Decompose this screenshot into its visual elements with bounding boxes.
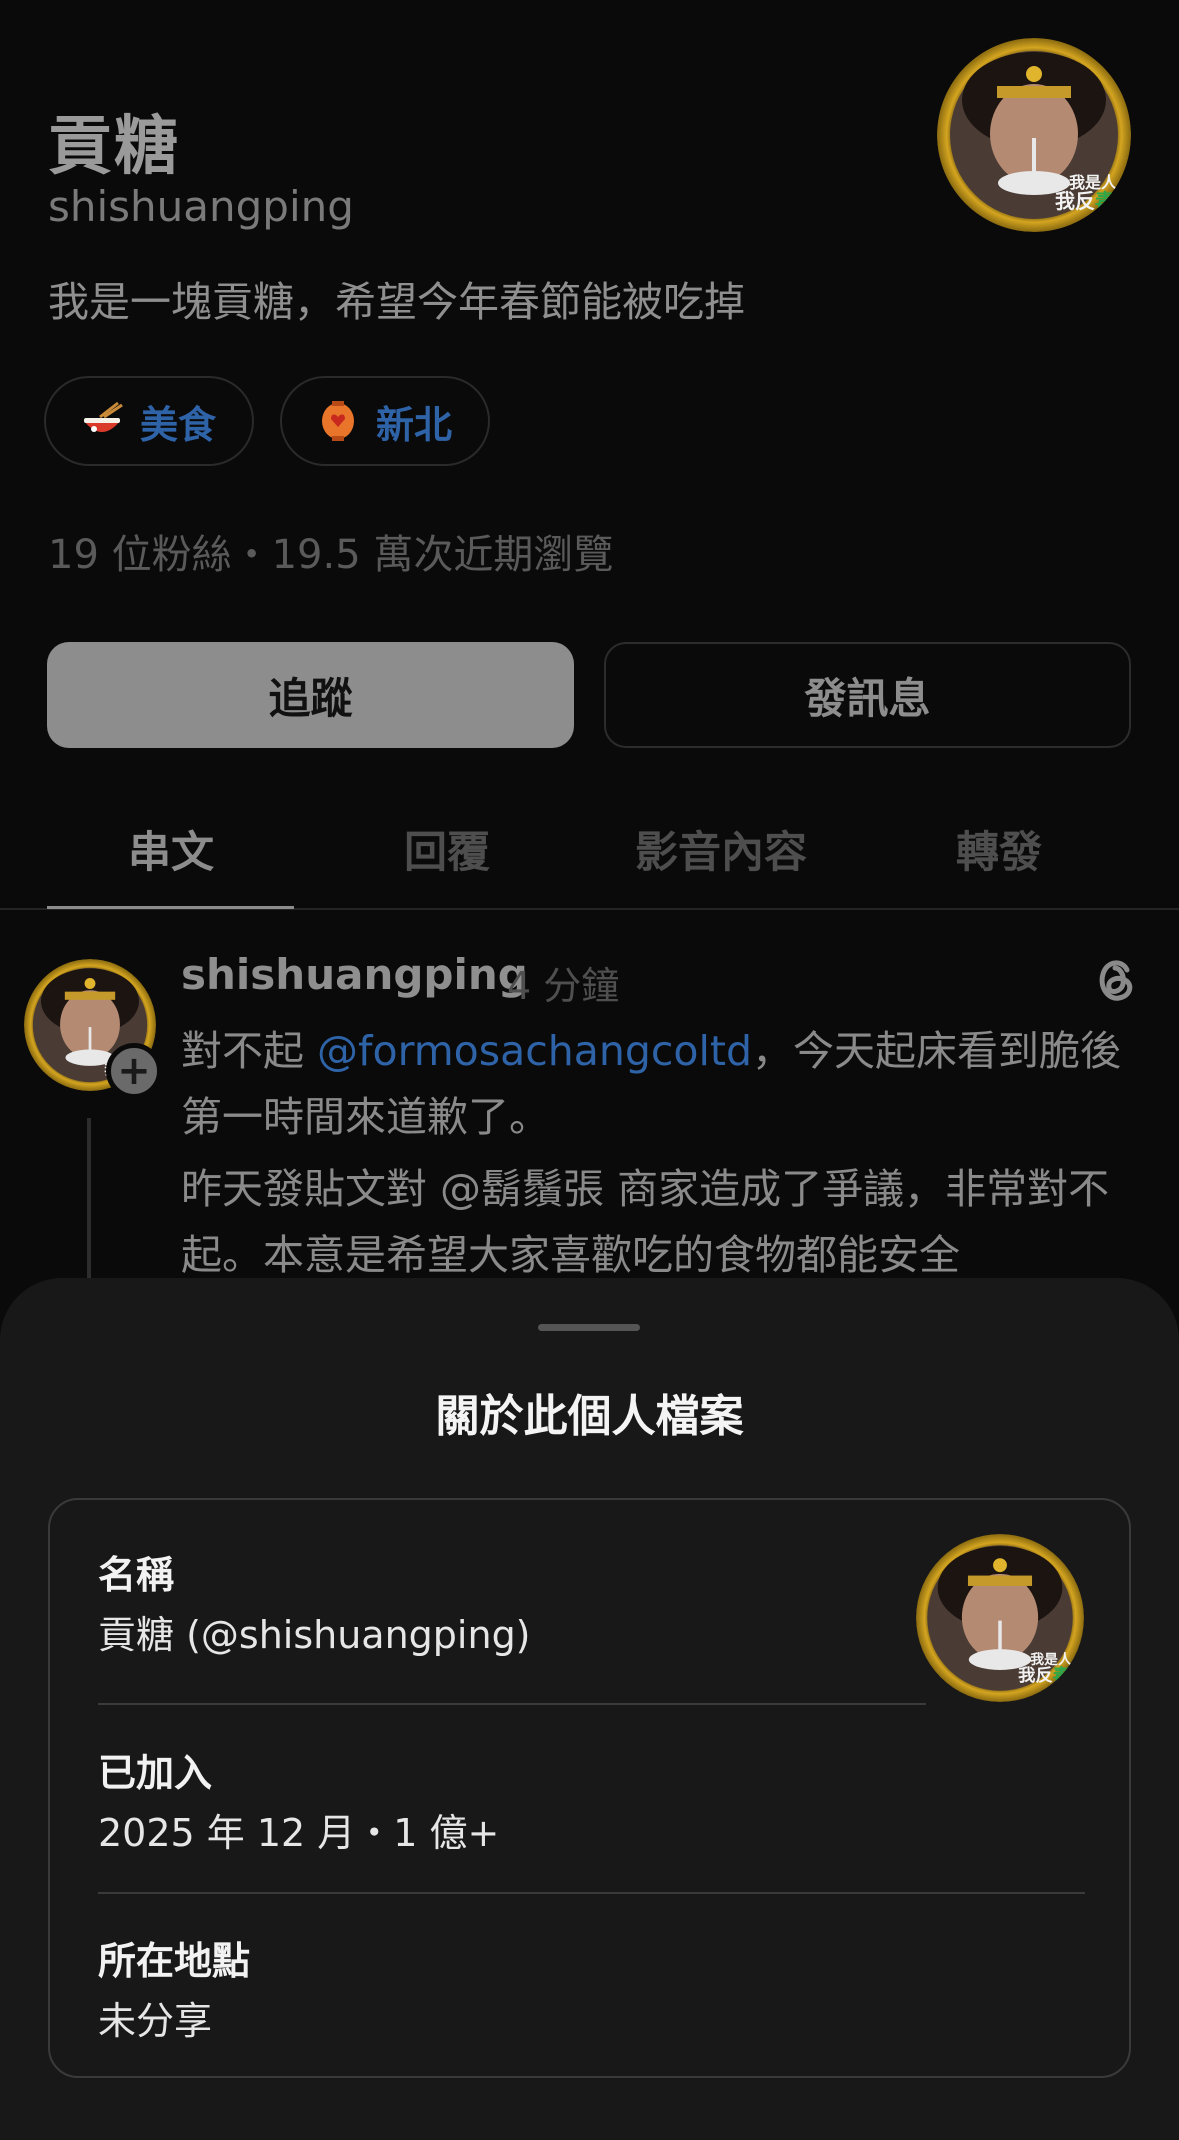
post-paragraph: 對不起 @formosachangcoltd，今天起床看到脆後 第一時間來道歉了… (181, 1018, 1141, 1150)
svg-text:我反毒台: 我反毒台 (1018, 1665, 1084, 1686)
profile-tags: 美食 新北 (44, 376, 491, 466)
profile-bio: 我是一塊貢糖，希望今年春節能被吃掉 (48, 278, 745, 326)
ramen-bowl-icon (84, 401, 123, 432)
sheet-title: 關於此個人檔案 (435, 1391, 744, 1442)
tab-media[interactable]: 影音內容 (635, 818, 807, 880)
profile-avatar[interactable]: 我是人 我反毒台 (937, 38, 1131, 232)
thread-line (87, 1118, 91, 1288)
joined-label: 已加入 (98, 1751, 213, 1795)
sheet-drag-handle[interactable] (538, 1324, 640, 1331)
divider (98, 1892, 1085, 1894)
name-label: 名稱 (98, 1553, 175, 1597)
profile-page: 貢糖 shishuangping 我是一塊貢糖，希望今年春節能被吃掉 我是人 我… (0, 0, 1179, 2140)
location-value: 未分享 (98, 1999, 213, 2043)
tag-label: 美食 (140, 402, 217, 447)
lantern-icon (322, 401, 355, 441)
active-tab-indicator (47, 906, 294, 909)
post-author[interactable]: shishuangping (181, 950, 528, 999)
follow-plus-icon[interactable]: + (106, 1043, 162, 1099)
tag-chip-location[interactable]: 新北 (280, 376, 491, 466)
about-card-avatar: 我是人 我反毒台 (916, 1534, 1084, 1702)
tab-threads[interactable]: 串文 (128, 818, 214, 880)
profile-username: shishuangping (48, 182, 354, 231)
follow-button[interactable]: 追蹤 (47, 642, 574, 748)
tab-replies[interactable]: 回覆 (404, 818, 490, 880)
tag-label: 新北 (376, 402, 453, 447)
post-avatar-group[interactable]: 我是人 我反毒台 + (24, 959, 162, 1099)
name-value: 貢糖 (@shishuangping) (98, 1613, 531, 1657)
about-profile-sheet: 關於此個人檔案 名稱 貢糖 (@shishuangping) 我是人 我反毒台 (0, 1278, 1179, 2140)
profile-display-name: 貢糖 (48, 110, 180, 184)
post-paragraph: 昨天發貼文對 @鬍鬚張 商家造成了爭議，非常對不起。本意是希望大家喜歡吃的食物都… (181, 1165, 1110, 1279)
joined-value: 2025 年 12 月・1 億+ (98, 1811, 500, 1855)
about-card: 名稱 貢糖 (@shishuangping) 我是人 我反毒台 已加入 (48, 1498, 1131, 2078)
profile-stats[interactable]: 19 位粉絲・19.5 萬次近期瀏覽 (48, 522, 613, 580)
post-mention-link[interactable]: @formosachangcoltd (317, 1027, 752, 1075)
tab-reposts[interactable]: 轉發 (956, 818, 1042, 880)
post-text-part: 對不起 (181, 1027, 318, 1075)
profile-tabs: 串文 回覆 影音內容 轉發 (0, 800, 1179, 910)
tag-chip-food[interactable]: 美食 (44, 376, 255, 466)
threads-logo-icon[interactable] (1089, 950, 1141, 1008)
message-button[interactable]: 發訊息 (604, 642, 1131, 748)
post-timestamp: 4 分鐘 (507, 964, 620, 1008)
location-label: 所在地點 (98, 1939, 251, 1983)
divider (98, 1703, 926, 1705)
post-body: 對不起 @formosachangcoltd，今天起床看到脆後 第一時間來道歉了… (181, 1018, 1141, 1288)
svg-text:我反毒台: 我反毒台 (1055, 189, 1131, 213)
